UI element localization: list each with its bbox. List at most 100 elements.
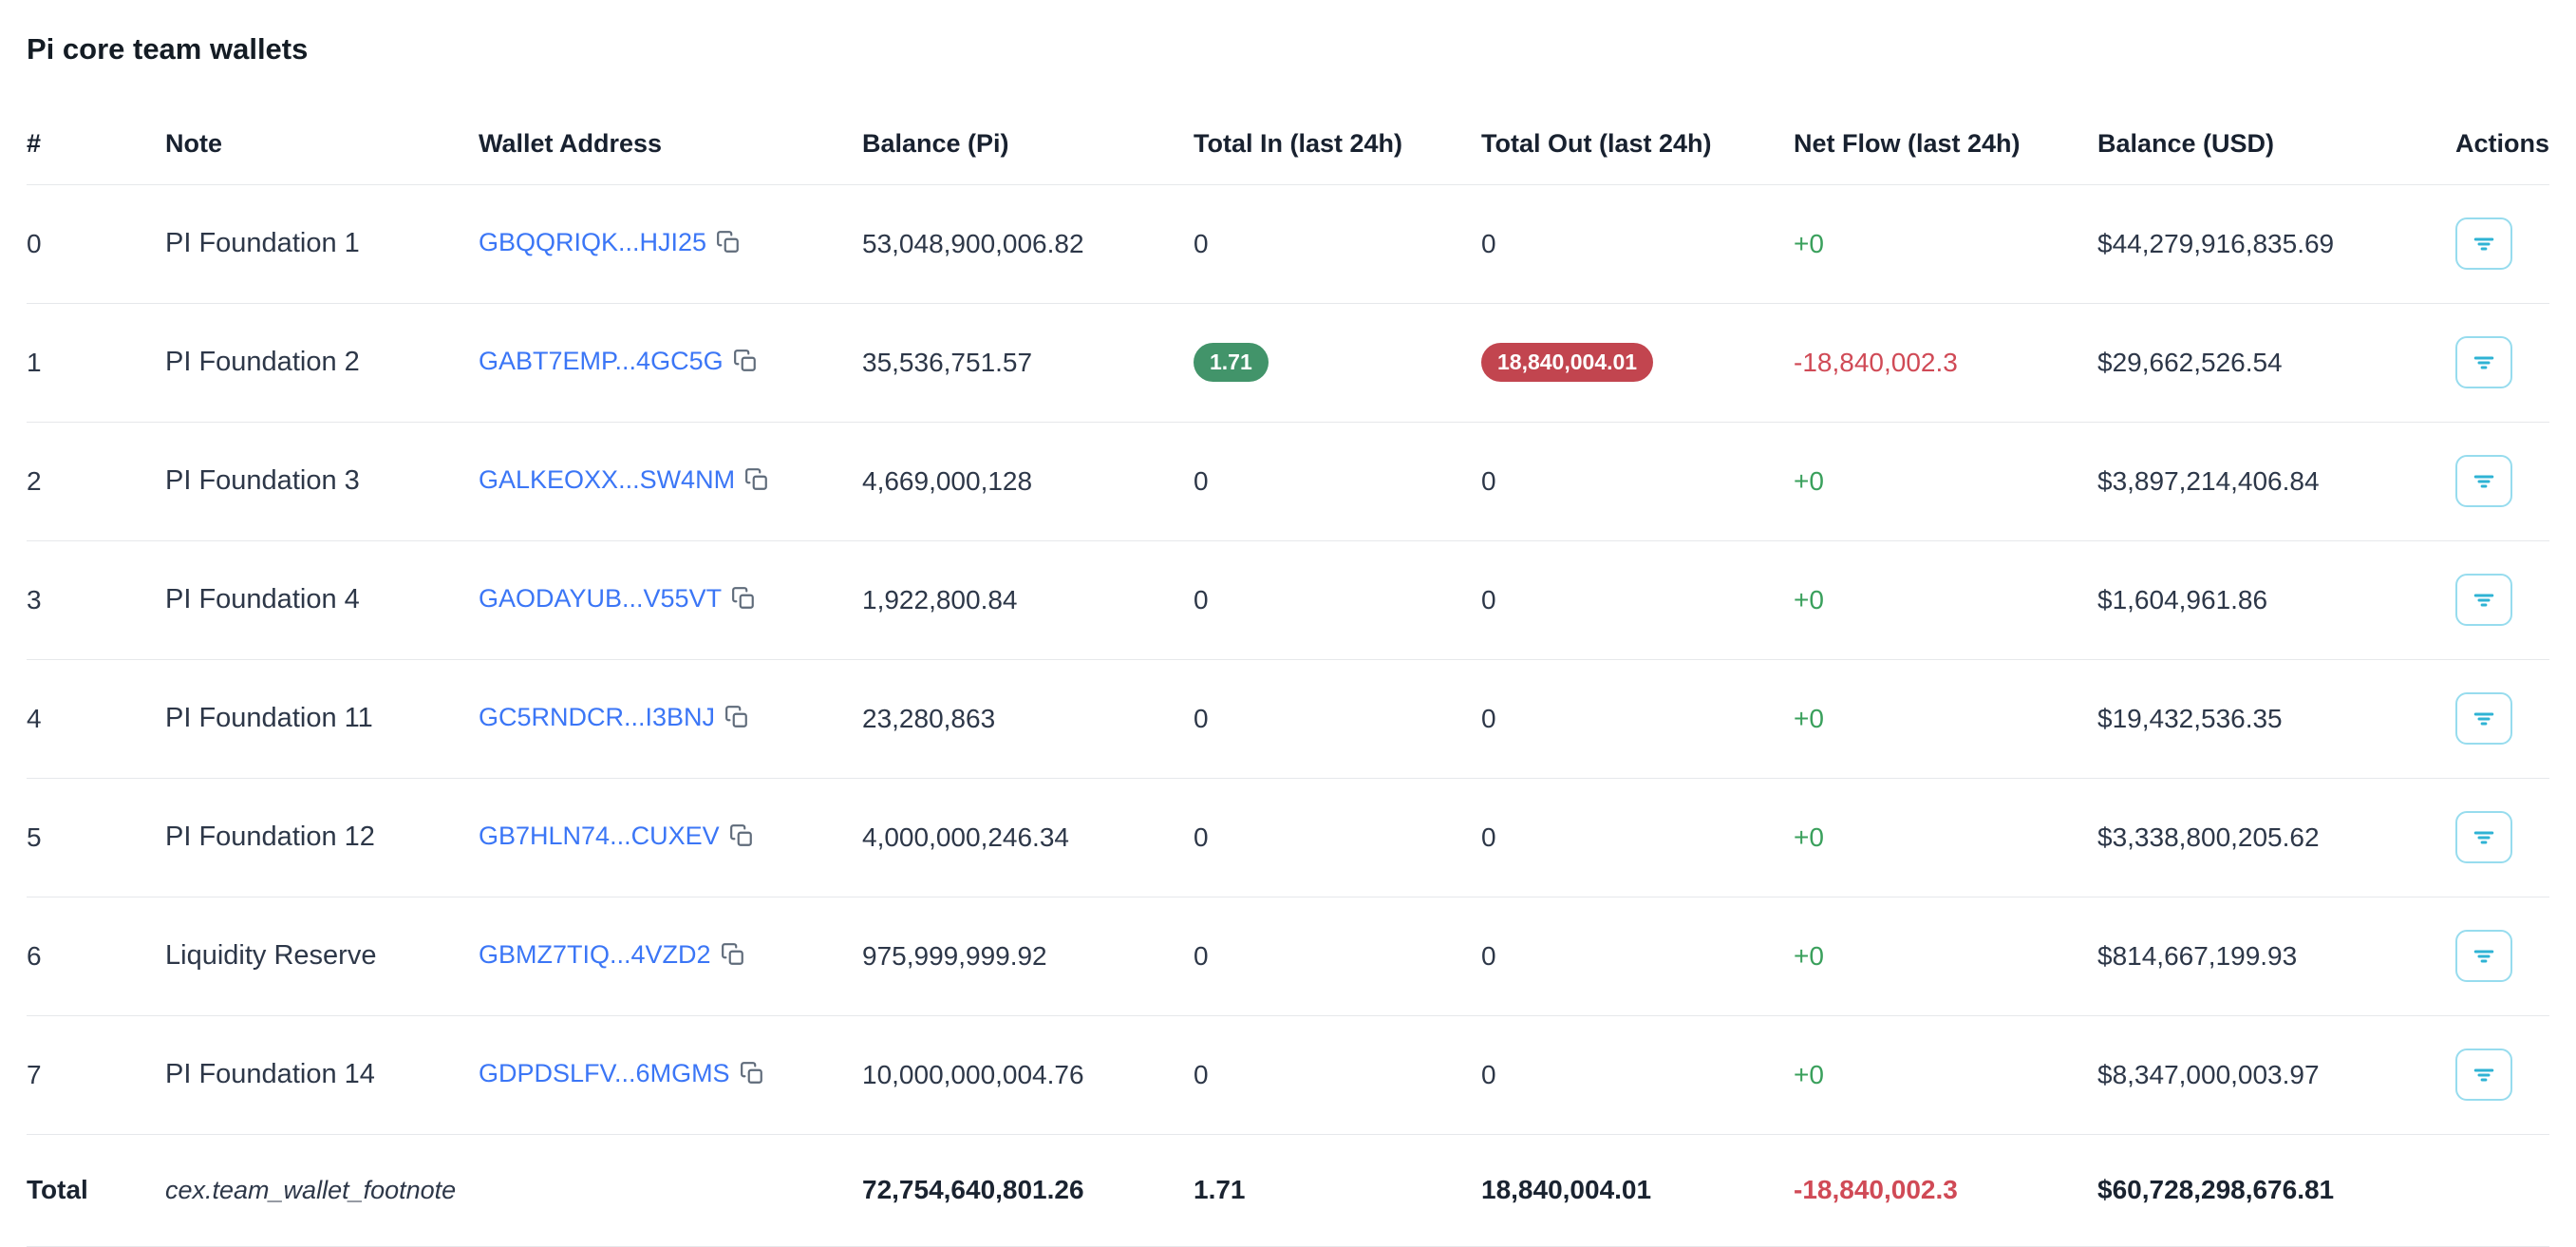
balance-usd: $29,662,526.54 — [2097, 303, 2455, 422]
net-flow: +0 — [1794, 941, 1824, 971]
wallet-note: PI Foundation 4 — [165, 540, 479, 659]
copy-icon — [724, 705, 749, 729]
wallet-note: PI Foundation 1 — [165, 184, 479, 303]
row-index: 2 — [27, 422, 165, 540]
total-out: 0 — [1481, 184, 1794, 303]
total-total-in: 1.71 — [1194, 1134, 1481, 1246]
balance-usd: $814,667,199.93 — [2097, 897, 2455, 1015]
wallet-note: PI Foundation 2 — [165, 303, 479, 422]
total-balance-pi: 72,754,640,801.26 — [862, 1134, 1194, 1246]
net-flow: +0 — [1794, 704, 1824, 733]
wallet-note: PI Foundation 14 — [165, 1015, 479, 1134]
row-index: 4 — [27, 659, 165, 778]
col-header-actions: Actions — [2455, 104, 2549, 184]
balance-pi: 53,048,900,006.82 — [862, 184, 1194, 303]
filter-icon — [2470, 823, 2498, 852]
copy-address-button[interactable] — [733, 349, 758, 380]
total-in: 0 — [1194, 422, 1481, 540]
total-in: 0 — [1194, 659, 1481, 778]
copy-address-button[interactable] — [724, 705, 749, 736]
copy-address-button[interactable] — [721, 942, 745, 973]
total-in: 0 — [1194, 778, 1481, 897]
table-row: 6 Liquidity Reserve GBMZ7TIQ...4VZD2 975… — [27, 897, 2549, 1015]
filter-button[interactable] — [2455, 811, 2512, 863]
wallet-address-link[interactable]: GALKEOXX...SW4NM — [479, 465, 735, 494]
total-out: 0 — [1481, 1015, 1794, 1134]
wallet-address-link[interactable]: GC5RNDCR...I3BNJ — [479, 703, 715, 731]
balance-usd: $8,347,000,003.97 — [2097, 1015, 2455, 1134]
total-out: 0 — [1481, 540, 1794, 659]
filter-button[interactable] — [2455, 455, 2512, 507]
page-title: Pi core team wallets — [27, 32, 2549, 66]
wallet-address-link[interactable]: GDPDSLFV...6MGMS — [479, 1059, 730, 1087]
col-header-total-out: Total Out (last 24h) — [1481, 104, 1794, 184]
filter-icon — [2470, 586, 2498, 614]
table-row: 7 PI Foundation 14 GDPDSLFV...6MGMS 10,0… — [27, 1015, 2549, 1134]
copy-address-button[interactable] — [731, 586, 756, 617]
page: Pi core team wallets # Note Wallet Addre… — [0, 0, 2576, 1247]
total-out: 0 — [1481, 422, 1794, 540]
total-in-badge: 1.71 — [1194, 343, 1269, 382]
balance-usd: $3,897,214,406.84 — [2097, 422, 2455, 540]
net-flow: +0 — [1794, 466, 1824, 496]
balance-usd: $19,432,536.35 — [2097, 659, 2455, 778]
balance-pi: 4,669,000,128 — [862, 422, 1194, 540]
wallet-address-link[interactable]: GBMZ7TIQ...4VZD2 — [479, 940, 711, 969]
table-row: 5 PI Foundation 12 GB7HLN74...CUXEV 4,00… — [27, 778, 2549, 897]
balance-pi: 10,000,000,004.76 — [862, 1015, 1194, 1134]
filter-button[interactable] — [2455, 1049, 2512, 1101]
wallet-address-link[interactable]: GBQQRIQK...HJI25 — [479, 228, 706, 256]
wallets-table: # Note Wallet Address Balance (Pi) Total… — [27, 104, 2549, 1247]
total-in: 0 — [1194, 897, 1481, 1015]
copy-address-button[interactable] — [744, 467, 769, 499]
net-flow: -18,840,002.3 — [1794, 348, 1958, 377]
filter-button[interactable] — [2455, 217, 2512, 270]
filter-button[interactable] — [2455, 930, 2512, 982]
filter-icon — [2470, 1061, 2498, 1089]
wallet-address-link[interactable]: GABT7EMP...4GC5G — [479, 347, 724, 375]
table-row: 1 PI Foundation 2 GABT7EMP...4GC5G 35,53… — [27, 303, 2549, 422]
net-flow: +0 — [1794, 1060, 1824, 1089]
copy-icon — [731, 586, 756, 611]
filter-button[interactable] — [2455, 336, 2512, 388]
col-header-balance-usd: Balance (USD) — [2097, 104, 2455, 184]
row-index: 6 — [27, 897, 165, 1015]
col-header-total-in: Total In (last 24h) — [1194, 104, 1481, 184]
total-balance-usd: $60,728,298,676.81 — [2097, 1134, 2455, 1246]
total-out: 0 — [1481, 659, 1794, 778]
row-index: 5 — [27, 778, 165, 897]
copy-address-button[interactable] — [740, 1061, 764, 1092]
total-net-flow: -18,840,002.3 — [1794, 1175, 1958, 1204]
balance-pi: 35,536,751.57 — [862, 303, 1194, 422]
filter-button[interactable] — [2455, 692, 2512, 745]
filter-icon — [2470, 705, 2498, 733]
balance-pi: 4,000,000,246.34 — [862, 778, 1194, 897]
filter-button[interactable] — [2455, 574, 2512, 626]
total-label: Total — [27, 1134, 165, 1246]
total-in: 0 — [1194, 1015, 1481, 1134]
balance-pi: 23,280,863 — [862, 659, 1194, 778]
table-row: 2 PI Foundation 3 GALKEOXX...SW4NM 4,669… — [27, 422, 2549, 540]
balance-pi: 1,922,800.84 — [862, 540, 1194, 659]
wallet-address-link[interactable]: GAODAYUB...V55VT — [479, 584, 722, 613]
col-header-balance-pi: Balance (Pi) — [862, 104, 1194, 184]
copy-address-button[interactable] — [729, 823, 754, 855]
balance-pi: 975,999,999.92 — [862, 897, 1194, 1015]
wallet-note: PI Foundation 3 — [165, 422, 479, 540]
balance-usd: $3,338,800,205.62 — [2097, 778, 2455, 897]
net-flow: +0 — [1794, 822, 1824, 852]
copy-icon — [721, 942, 745, 967]
row-index: 7 — [27, 1015, 165, 1134]
copy-icon — [716, 230, 741, 255]
row-index: 1 — [27, 303, 165, 422]
total-in: 0 — [1194, 540, 1481, 659]
wallet-address-link[interactable]: GB7HLN74...CUXEV — [479, 822, 720, 850]
total-footnote: cex.team_wallet_footnote — [165, 1176, 456, 1204]
wallet-note: PI Foundation 11 — [165, 659, 479, 778]
row-index: 0 — [27, 184, 165, 303]
copy-address-button[interactable] — [716, 230, 741, 261]
wallet-note: Liquidity Reserve — [165, 897, 479, 1015]
filter-icon — [2470, 467, 2498, 496]
copy-icon — [740, 1061, 764, 1086]
total-out-badge: 18,840,004.01 — [1481, 343, 1653, 382]
